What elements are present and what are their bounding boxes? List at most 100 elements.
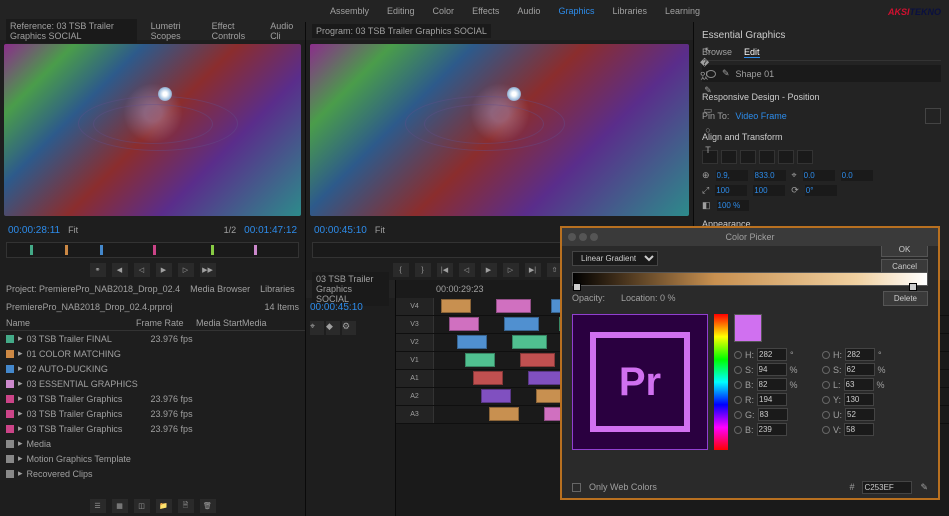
color-input[interactable] [844, 393, 874, 406]
align-bottom-icon[interactable] [797, 150, 813, 164]
mark-in-icon[interactable]: { [393, 263, 409, 277]
program-tab[interactable]: Program: 03 TSB Trailer Graphics SOCIAL [312, 24, 491, 38]
close-icon[interactable] [568, 233, 576, 241]
bin-row[interactable]: ▸03 TSB Trailer Graphics23.976 fps [0, 406, 305, 421]
bin-row[interactable]: ▸Recovered Clips [0, 466, 305, 481]
eg-edit-tab[interactable]: Edit [744, 47, 760, 58]
prev-edit-icon[interactable]: |◀ [437, 263, 453, 277]
col-mediastart[interactable]: Media Start [196, 318, 242, 328]
radio-icon[interactable] [822, 366, 830, 374]
tab-learning[interactable]: Learning [665, 6, 700, 16]
gradient-bar[interactable] [572, 272, 928, 286]
radio-icon[interactable] [822, 396, 830, 404]
radio-icon[interactable] [822, 426, 830, 434]
freeform-icon[interactable]: ◫ [134, 499, 150, 513]
color-input[interactable] [757, 378, 787, 391]
prev-icon[interactable]: ◀ [112, 263, 128, 277]
bin-row[interactable]: ▸Motion Graphics Template [0, 451, 305, 466]
color-input[interactable] [844, 378, 874, 391]
clip[interactable] [449, 317, 479, 331]
radio-icon[interactable] [822, 351, 830, 359]
tab-graphics[interactable]: Graphics [558, 6, 594, 16]
align-top-icon[interactable] [759, 150, 775, 164]
track-header[interactable]: A1 [396, 370, 434, 387]
pos-y[interactable] [754, 170, 786, 181]
track-header[interactable]: V1 [396, 352, 434, 369]
list-view-icon[interactable]: ☰ [90, 499, 106, 513]
prog-tc-in[interactable]: 00:00:45:10 [314, 225, 367, 236]
marker-icon[interactable]: ◆ [326, 321, 340, 335]
radio-icon[interactable] [734, 426, 742, 434]
trash-icon[interactable]: 🗑 [200, 499, 216, 513]
audio-clip-tab[interactable]: Audio Cli [266, 19, 299, 43]
color-input[interactable] [757, 363, 787, 376]
ref-fit[interactable]: Fit [68, 225, 78, 235]
snap-icon[interactable]: ⌖ [310, 321, 324, 335]
ref-tc-in[interactable]: 00:00:28:11 [8, 225, 60, 236]
bin-row[interactable]: ▸02 AUTO-DUCKING [0, 361, 305, 376]
clip[interactable] [528, 371, 563, 385]
tab-effects[interactable]: Effects [472, 6, 499, 16]
step-back-icon[interactable]: ◁ [134, 263, 150, 277]
eyedropper-icon[interactable]: ✎ [920, 482, 928, 493]
col-name[interactable]: Name [6, 318, 136, 328]
color-input[interactable] [758, 408, 788, 421]
radio-icon[interactable] [734, 411, 742, 419]
reference-viewer[interactable] [4, 44, 301, 216]
clip[interactable] [457, 335, 487, 349]
color-preview-new[interactable] [734, 314, 762, 342]
pinto-value[interactable]: Video Frame [735, 111, 786, 121]
settings-icon[interactable]: ⚙ [342, 321, 356, 335]
pin-grid-icon[interactable] [925, 108, 941, 124]
layer-shape01[interactable]: ✎ Shape 01 [702, 65, 941, 82]
rectangle-icon[interactable]: ▭ [700, 102, 716, 118]
bin-row[interactable]: ▸01 COLOR MATCHING [0, 346, 305, 361]
bin-row[interactable]: ▸03 TSB Trailer Graphics23.976 fps [0, 421, 305, 436]
next-icon[interactable]: ▶▶ [200, 263, 216, 277]
program-viewer[interactable] [310, 44, 689, 216]
track-header[interactable]: V3 [396, 316, 434, 333]
delete-button[interactable]: Delete [883, 291, 928, 306]
seq-tc[interactable]: 00:00:45:10 [310, 302, 363, 313]
step-fwd-icon[interactable]: ▷ [178, 263, 194, 277]
scale-h[interactable] [753, 185, 785, 196]
radio-icon[interactable] [734, 396, 742, 404]
hue-slider[interactable] [714, 314, 728, 450]
radio-icon[interactable] [822, 381, 830, 389]
scale-w[interactable] [715, 185, 747, 196]
radio-icon[interactable] [734, 381, 742, 389]
radio-icon[interactable] [734, 366, 742, 374]
play-icon[interactable]: ▶ [156, 263, 172, 277]
new-item-icon[interactable]: 🗎 [178, 499, 194, 513]
color-input[interactable] [845, 408, 875, 421]
project-tab[interactable]: Project: PremierePro_NAB2018_Drop_02.4 [6, 284, 180, 294]
seq-tab[interactable]: 03 TSB Trailer Graphics SOCIAL [312, 272, 389, 306]
reference-tab[interactable]: Reference: 03 TSB Trailer Graphics SOCIA… [6, 19, 137, 43]
col-framerate[interactable]: Frame Rate [136, 318, 196, 328]
lumetri-tab[interactable]: Lumetri Scopes [147, 19, 198, 43]
col-media[interactable]: Media [242, 318, 267, 328]
hex-input[interactable] [862, 481, 912, 494]
color-input[interactable] [845, 363, 875, 376]
web-colors-checkbox[interactable] [572, 483, 581, 492]
effect-controls-tab[interactable]: Effect Controls [208, 19, 257, 43]
bin-row[interactable]: ▸Media [0, 436, 305, 451]
mark-out-icon[interactable]: } [415, 263, 431, 277]
cp-titlebar[interactable]: Color Picker [562, 228, 938, 246]
clip[interactable] [481, 389, 511, 403]
color-input[interactable] [757, 423, 787, 436]
rotation[interactable] [805, 185, 837, 196]
clip[interactable] [489, 407, 519, 421]
zoom-icon[interactable] [590, 233, 598, 241]
color-input[interactable] [845, 348, 875, 361]
color-input[interactable] [757, 393, 787, 406]
radio-icon[interactable] [822, 411, 830, 419]
bin-list[interactable]: ▸03 TSB Trailer FINAL23.976 fps▸01 COLOR… [0, 331, 305, 496]
tab-color[interactable]: Color [433, 6, 455, 16]
gang-icon[interactable]: ⚭ [90, 263, 106, 277]
track-header[interactable]: V2 [396, 334, 434, 351]
media-browser-tab[interactable]: Media Browser [190, 284, 250, 294]
icon-view-icon[interactable]: ▦ [112, 499, 128, 513]
selection-icon[interactable]: ↖ [700, 42, 716, 58]
pos-x[interactable] [716, 170, 748, 181]
